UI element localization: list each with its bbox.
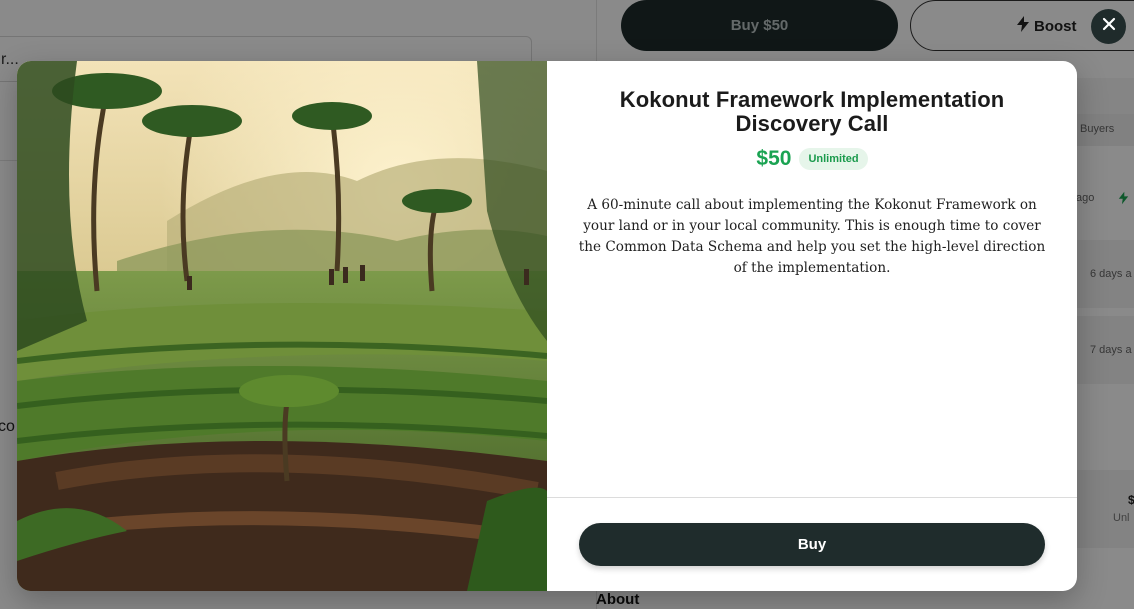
- product-image: [17, 61, 547, 591]
- availability-badge: Unlimited: [799, 148, 868, 170]
- product-description: A 60-minute call about implementing the …: [578, 197, 1046, 276]
- close-button[interactable]: [1091, 9, 1126, 44]
- footer-divider: [547, 497, 1077, 498]
- price-row: $50 Unlimited: [547, 147, 1077, 171]
- modal-details: Kokonut Framework Implementation Discove…: [547, 61, 1077, 591]
- product-modal: Kokonut Framework Implementation Discove…: [17, 61, 1077, 591]
- product-title: Kokonut Framework Implementation Discove…: [619, 87, 1005, 136]
- product-price: $50: [756, 147, 792, 170]
- buy-button[interactable]: Buy: [579, 523, 1045, 566]
- close-icon: [1102, 17, 1116, 36]
